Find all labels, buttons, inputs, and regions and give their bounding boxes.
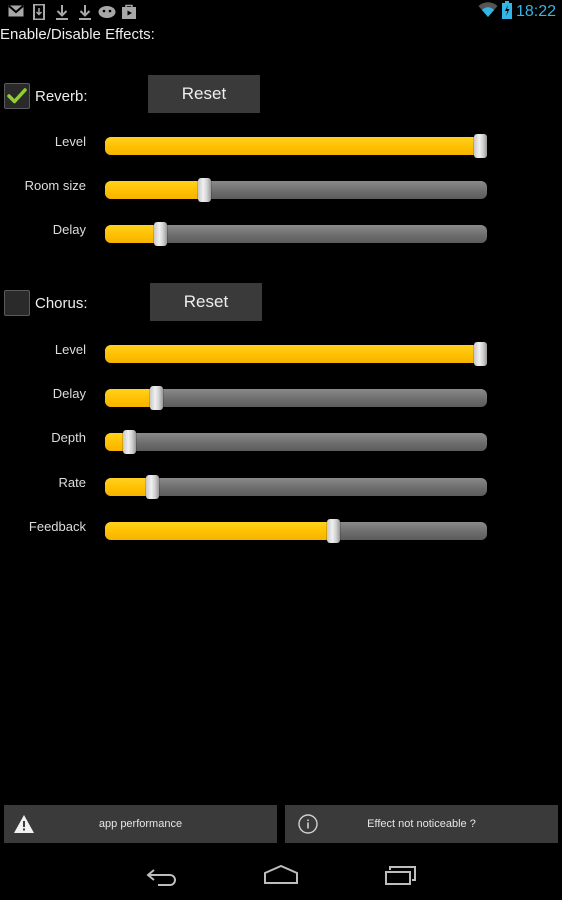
slider-label: Rate xyxy=(58,475,86,490)
download-icon xyxy=(77,4,93,20)
download-icon xyxy=(54,4,70,20)
slider-fill xyxy=(105,478,153,496)
page-heading: Enable/Disable Effects: xyxy=(0,26,155,43)
slider-fill xyxy=(105,181,204,199)
slider-track[interactable] xyxy=(105,475,487,499)
slider-label: Delay xyxy=(52,222,86,237)
slider-thumb[interactable] xyxy=(153,222,167,246)
slider-thumb[interactable] xyxy=(474,134,487,158)
slider-label: Delay xyxy=(52,386,86,401)
play-store-icon xyxy=(121,4,137,20)
chorus-toggle[interactable]: Chorus: xyxy=(4,284,88,322)
battery-charging-icon xyxy=(501,0,512,24)
slider-track[interactable] xyxy=(105,519,487,543)
chorus-reset-button[interactable]: Reset xyxy=(150,283,262,321)
slider-thumb[interactable] xyxy=(326,519,340,543)
navigation-bar xyxy=(0,855,562,900)
slider-label: Depth xyxy=(51,430,86,445)
home-icon[interactable] xyxy=(264,864,298,890)
slider-track[interactable] xyxy=(105,178,487,202)
slider-fill xyxy=(105,137,480,155)
slider-track[interactable] xyxy=(105,386,487,410)
reverb-label: Reverb: xyxy=(35,87,88,105)
status-bar: 18:22 xyxy=(0,0,562,24)
clock: 18:22 xyxy=(515,3,556,20)
reverb-level-slider[interactable]: Level xyxy=(0,133,562,158)
effect-not-noticeable-button[interactable]: Effect not noticeable ? xyxy=(285,805,558,843)
slider-label: Level xyxy=(54,134,86,149)
android-icon xyxy=(98,4,116,20)
reverb-checkbox[interactable] xyxy=(4,83,30,109)
slider-track[interactable] xyxy=(105,430,487,454)
slider-thumb[interactable] xyxy=(146,475,160,499)
reverb-reset-button[interactable]: Reset xyxy=(148,75,260,113)
reverb-room-size-slider[interactable]: Room size xyxy=(0,177,562,202)
chorus-checkbox[interactable] xyxy=(4,290,30,316)
chorus-delay-slider[interactable]: Delay xyxy=(0,385,562,410)
slider-track[interactable] xyxy=(105,342,487,366)
chorus-level-slider[interactable]: Level xyxy=(0,341,562,366)
slider-fill xyxy=(105,225,160,243)
slider-label: Room size xyxy=(24,178,86,193)
slider-fill xyxy=(105,389,157,407)
recent-apps-icon[interactable] xyxy=(385,865,417,890)
wifi-icon xyxy=(478,1,498,23)
app-performance-label: app performance xyxy=(98,818,183,830)
slider-thumb[interactable] xyxy=(474,342,487,366)
check-icon xyxy=(7,88,27,104)
slider-fill xyxy=(105,345,480,363)
slider-fill xyxy=(105,522,333,540)
reverb-delay-slider[interactable]: Delay xyxy=(0,221,562,246)
chorus-feedback-slider[interactable]: Feedback xyxy=(0,518,562,543)
slider-track[interactable] xyxy=(105,222,487,246)
slider-track[interactable] xyxy=(105,134,487,158)
chorus-depth-slider[interactable]: Depth xyxy=(0,429,562,454)
slider-label: Feedback xyxy=(28,519,86,534)
chorus-rate-slider[interactable]: Rate xyxy=(0,474,562,499)
back-icon[interactable] xyxy=(146,867,178,892)
gmail-icon xyxy=(8,4,24,20)
slider-thumb[interactable] xyxy=(198,178,211,202)
slider-thumb[interactable] xyxy=(150,386,164,410)
chorus-label: Chorus: xyxy=(35,294,88,312)
app-performance-button[interactable]: app performance xyxy=(4,805,277,843)
slider-thumb[interactable] xyxy=(122,430,136,454)
sd-card-icon xyxy=(31,3,47,21)
slider-label: Level xyxy=(54,342,86,357)
reverb-toggle[interactable]: Reverb: xyxy=(4,77,88,115)
effect-not-noticeable-label: Effect not noticeable ? xyxy=(367,818,476,830)
